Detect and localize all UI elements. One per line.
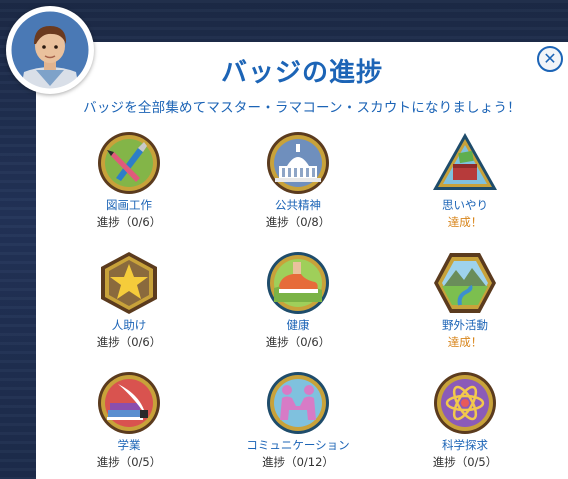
star-icon — [101, 252, 157, 314]
badge-name: 野外活動 — [442, 318, 488, 332]
badge-name: コミュニケーション — [246, 438, 350, 452]
badge-communication[interactable]: コミュニケーション 進捗（0/12） — [223, 370, 373, 470]
badge-progress: 進捗（0/5） — [96, 455, 162, 469]
capitol-building-icon — [267, 132, 329, 194]
running-shoe-icon — [267, 252, 329, 314]
close-icon: ✕ — [543, 49, 557, 68]
badge-civic-spirit[interactable]: 公共精神 進捗（0/8） — [223, 130, 373, 230]
badge-health[interactable]: 健康 進捗（0/6） — [223, 250, 373, 350]
badge-compassion[interactable]: 思いやり 達成！ — [390, 130, 540, 230]
dialog-subtitle: バッジを全部集めてマスター・ラマコーン・スカウトになりましょう！ — [83, 100, 521, 116]
badge-progress: 進捗（0/6） — [265, 335, 331, 349]
badge-progress: 進捗（0/12） — [262, 455, 334, 469]
atom-icon — [434, 372, 496, 434]
badge-progress: 進捗（0/8） — [265, 215, 331, 229]
paintbrush-icon — [98, 132, 160, 194]
badge-progress: 進捗（0/5） — [432, 455, 498, 469]
mountain-river-icon — [434, 253, 496, 313]
dialog-title: バッジの進捗 — [220, 58, 383, 88]
badge-name: 図画工作 — [106, 198, 152, 212]
books-quill-icon — [98, 372, 160, 434]
badge-progress: 達成！ — [447, 215, 483, 229]
badge-name: 思いやり — [442, 198, 488, 212]
badge-name: 学業 — [117, 438, 141, 452]
badge-progress: 進捗（0/6） — [96, 335, 162, 349]
donation-box-icon — [433, 133, 497, 190]
badge-science[interactable]: 科学探求 進捗（0/5） — [390, 370, 540, 470]
handshake-people-icon — [267, 372, 329, 434]
badge-name: 健康 — [286, 318, 310, 332]
badge-progress: 進捗（0/6） — [96, 215, 162, 229]
badge-progress: 達成！ — [447, 335, 483, 349]
badge-helping-others[interactable]: 人助け 進捗（0/6） — [54, 250, 204, 350]
badge-name: 公共精神 — [275, 198, 321, 212]
badge-name: 人助け — [111, 318, 147, 332]
badge-arts-crafts[interactable]: 図画工作 進捗（0/6） — [54, 130, 204, 230]
close-button[interactable]: ✕ — [537, 46, 563, 72]
badge-outdoors[interactable]: 野外活動 達成！ — [390, 250, 540, 350]
badge-academics[interactable]: 学業 進捗（0/5） — [54, 370, 204, 470]
badge-name: 科学探求 — [442, 438, 488, 452]
